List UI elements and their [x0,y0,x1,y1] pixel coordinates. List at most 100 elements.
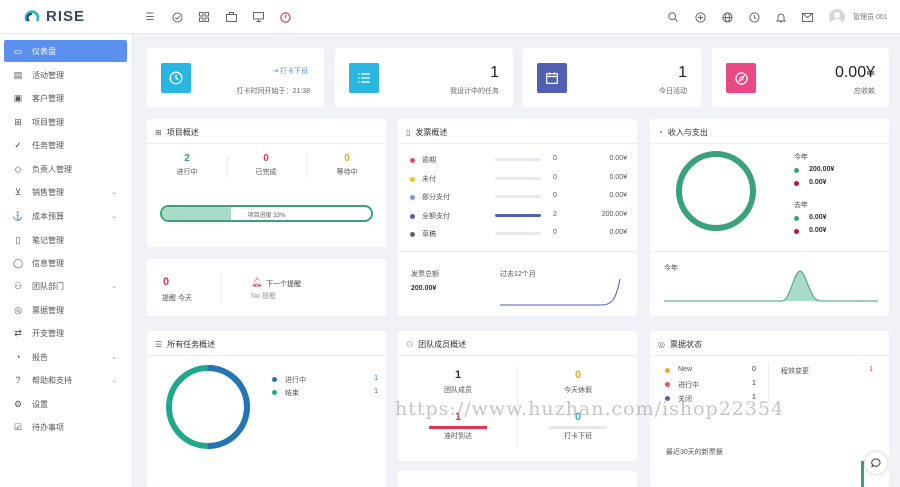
sidebar-item-help[interactable]: ? 帮助和支持 ⌄ [4,369,127,391]
app-name: RISE [46,8,86,25]
invoice-row-label: 草稿 [422,231,436,238]
clock-out-label: 打卡下班 [280,68,308,75]
invoice-row-count: 0 [553,155,557,162]
invoice-row[interactable]: 未付 0 0.00¥ [398,174,637,188]
invoice-row-amount: 0.00¥ [609,155,627,162]
sidebar-item-leads[interactable]: ◇ 负责人管理 [4,158,127,180]
grid-icon[interactable] [197,10,211,24]
sidebar-item-dashboard[interactable]: ▭ 仪表盘 [4,40,127,62]
progress-label: 项目进度 33% [247,213,286,219]
tasks-donut [166,365,250,449]
waiting-stat[interactable]: 0 等待中 [327,153,367,177]
sidebar-item-notes[interactable]: ▯ 笔记管理 [4,229,127,251]
bell-icon[interactable] [774,10,788,24]
sidebar-item-tasks[interactable]: ✓ 任务管理 [4,134,127,156]
globe-icon[interactable] [720,10,734,24]
on-leave-stat[interactable]: 0 今天休假 [548,369,608,395]
tasks-label: 我设计中的任务 [450,88,499,95]
sidebar-item-label: 团队部门 [32,281,64,291]
invoice-row[interactable]: 逾期 0 0.00¥ [398,155,637,169]
add-circle-icon[interactable] [693,10,707,24]
sidebar-item-messages[interactable]: ◯ 信息管理 [4,252,127,274]
last-year-income: 0.00¥ [809,214,827,221]
ticket-type-value: 1 [869,366,873,373]
checkbox-icon: ☑ [13,421,23,432]
calendar-icon [537,63,567,93]
sidebar-item-tickets[interactable]: ◎ 票据管理 [4,299,127,321]
sidebar-item-team[interactable]: ⚇ 团队部门 ⌄ [4,275,127,297]
tasks-card[interactable]: 1 我设计中的任务 [335,48,513,107]
sidebar-item-projects[interactable]: ⊞ 项目管理 [4,111,127,133]
invoice-row-bar [495,176,541,180]
grid-icon: ⊞ [14,116,22,127]
book-icon: ▯ [15,234,21,245]
layers-icon: ◇ [14,163,22,174]
sidebar-item-todo[interactable]: ☑ 待办事项 [4,416,127,438]
status-dot [410,232,415,237]
completed-value: 0 [263,153,269,164]
sidebar-item-label: 任务管理 [32,140,64,150]
due-card[interactable]: 0.00¥ 应收款 [712,48,889,107]
briefcase-icon[interactable] [224,10,238,24]
events-card[interactable]: 1 今日活动 [523,48,701,107]
chevron-down-icon: ⌄ [111,283,117,290]
invoice-row-count: 2 [553,210,557,218]
task-status-value: 1 [374,375,378,382]
income-area-chart [664,270,878,302]
events-label: 今日活动 [659,88,687,95]
clock-icon[interactable] [747,10,761,24]
recent-tickets-label: 最近30天的新票据 [666,449,723,456]
sidebar-item-clients[interactable]: ▣ 客户管理 [4,87,127,109]
waiting-value: 0 [344,153,350,164]
ticket-status-value: 0 [752,366,756,373]
chat-button[interactable] [865,452,887,474]
clock-out-button[interactable]: ⇥ 打卡下班 [272,66,308,76]
sidebar-item-events[interactable]: ▤ 活动管理 [4,64,127,86]
invoice-row[interactable]: 全额支付 2 200.00¥ [398,211,637,225]
sidebar-item-sales[interactable]: ⊻ 销售管理 ⌄ [4,181,127,203]
status-dot [665,368,670,373]
team-members-stat[interactable]: 1 团队成员 [428,369,488,395]
expense-dot [794,229,799,234]
bell-icon: 🔔︎ [251,277,263,287]
invoice-row-amount: 0.00¥ [609,192,627,199]
monitor-icon[interactable] [251,10,265,24]
reminder-count-label: 提醒 今天 [162,295,192,302]
chevron-down-icon: ⌄ [111,189,117,196]
team-overview-card: ⚇ 团队成员概述 1 团队成员 0 今天休假 1 准时到达 0 打卡下班 [398,331,637,461]
task-status-label: 结束 [285,390,299,397]
check-circle-icon[interactable] [170,10,184,24]
timer-icon[interactable] [278,10,292,24]
completed-label: 已完成 [255,169,277,176]
gear-icon: ⚙ [13,398,23,409]
in-progress-stat[interactable]: 2 进行中 [167,153,207,177]
sidebar-item-expenses[interactable]: ⇄ 开支管理 [4,322,127,344]
menu-icon[interactable]: ☰ [143,10,157,24]
sidebar-item-label: 项目管理 [32,117,64,127]
clock-icon [161,63,191,93]
invoice-row[interactable]: 草稿 0 0.00¥ [398,229,637,243]
user-name[interactable]: 管理员 001 [853,12,888,22]
invoice-row-bar [495,158,541,161]
sidebar-item-label: 负责人管理 [32,164,72,174]
pie-chart-icon: ◔ [15,352,21,362]
desktop-icon: ▭ [13,45,23,56]
all-tasks-card: ☰ 所有任务概述 进行中 1 结束 1 [147,331,386,487]
app-logo[interactable]: RISE [24,8,85,25]
completed-stat[interactable]: 0 已完成 [246,153,286,177]
task-status-label: 进行中 [285,377,306,384]
avatar[interactable] [829,9,845,25]
status-dot [410,195,415,200]
invoice-row[interactable]: 部分支付 0 0.00¥ [398,192,637,206]
invoice-row-bar [495,213,541,217]
invoice-row-label: 部分支付 [422,194,450,201]
reminder-count: 0 [163,276,170,288]
mail-icon[interactable] [800,10,814,24]
sidebar-item-budget[interactable]: ⚓ 成本预算 ⌄ [4,205,127,227]
check-circle-icon: ✓ [14,139,22,150]
search-icon[interactable] [666,10,680,24]
sidebar-item-reports[interactable]: ◔ 报告 ⌄ [4,346,127,368]
last-year-label: 去年 [794,202,808,209]
card-title: 所有任务概述 [167,340,216,349]
sidebar-item-settings[interactable]: ⚙ 设置 [4,393,127,415]
